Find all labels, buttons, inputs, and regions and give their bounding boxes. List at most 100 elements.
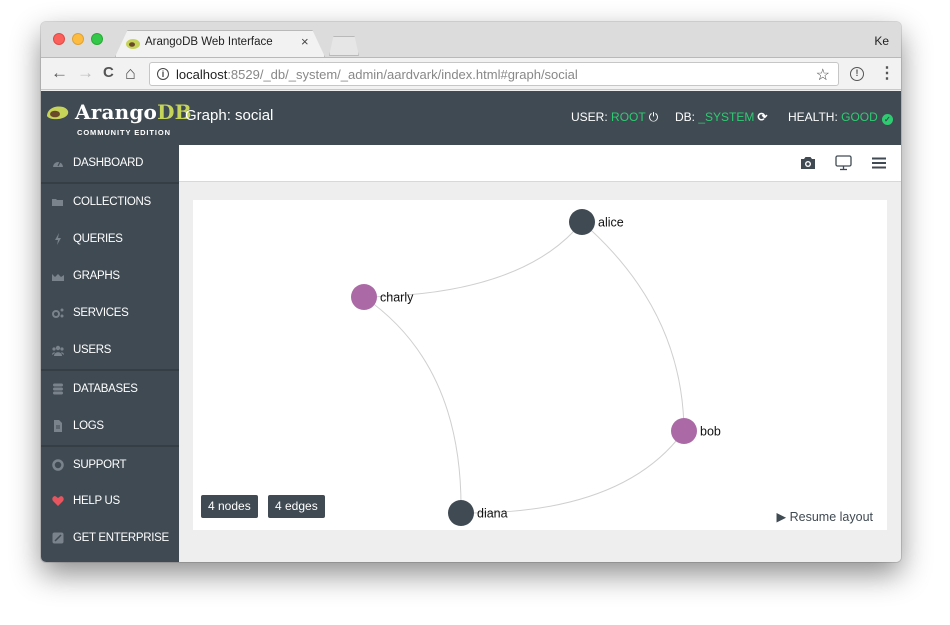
graph-svg[interactable]: alice charly bob diana [193,200,887,530]
page-title: Graph: social [185,107,274,124]
sidebar-item-logs[interactable]: LOGS [41,408,179,445]
tab-title: ArangoDB Web Interface [145,36,273,48]
graph-canvas[interactable]: alice charly bob diana 4 nodes 4 edges ▶ Re… [193,200,887,530]
sidebar-item-dashboard[interactable]: DASHBOARD [41,145,179,182]
check-circle-icon: ✓ [881,114,893,125]
play-icon: ▶ [776,510,787,524]
browser-menu-icon[interactable]: ⋮ [879,65,895,83]
sidebar-item-collections[interactable]: COLLECTIONS [41,184,179,221]
camera-icon[interactable] [800,156,816,170]
refresh-icon[interactable]: ⟳ [757,110,767,124]
tab-strip: ArangoDB Web Interface × Ke [41,22,901,57]
sidebar-label: COLLECTIONS [73,196,151,208]
sidebar-label: GET ENTERPRISE [73,532,169,544]
url-host: localhost [176,67,228,82]
profile-name[interactable]: Ke [874,34,889,48]
sidebar-item-support[interactable]: SUPPORT [41,447,179,484]
site-info-icon[interactable]: i [157,68,169,80]
browser-tab[interactable]: ArangoDB Web Interface × [115,30,325,57]
edge-count-badge: 4 edges [268,495,325,518]
logo-text[interactable]: ArangoDB [75,100,192,124]
sidebar-label: DASHBOARD [73,157,144,169]
sidebar-item-services[interactable]: SERVICES [41,295,179,332]
life-ring-icon [52,459,64,471]
maximize-window-button[interactable] [91,33,103,45]
sidebar-item-get-enterprise[interactable]: GET ENTERPRISE [41,520,179,557]
bolt-icon [55,233,61,245]
logo-edition: COMMUNITY EDITION [77,128,171,137]
url-text[interactable]: localhost:8529/_db/_system/_admin/aardva… [176,67,578,82]
sidebar-item-graphs[interactable]: GRAPHS [41,258,179,295]
graph-node-label: bob [700,425,721,439]
graph-edge-charly-diana[interactable] [363,296,462,514]
tab-close-icon[interactable]: × [301,34,309,49]
browser-toolbar: ← → C ⌂ i localhost:8529/_db/_system/_ad… [41,57,901,90]
dashboard-icon [53,161,63,167]
graph-node-charly[interactable] [351,284,377,310]
graph-node-label: alice [598,216,624,230]
file-icon [54,420,62,432]
graph-node-label: charly [380,291,414,305]
minimize-window-button[interactable] [72,33,84,45]
sidebar-item-databases[interactable]: DATABASES [41,371,179,408]
main-content: alice charly bob diana 4 nodes 4 edges ▶ Re… [179,145,901,562]
sidebar-label: DATABASES [73,383,138,395]
graph-edge-bob-diana[interactable] [460,430,685,514]
monitor-icon[interactable] [835,155,852,171]
bookmark-star-icon[interactable]: ☆ [816,65,830,85]
resume-layout-label: Resume layout [789,510,873,524]
graph-edge-alice-charly[interactable] [363,221,583,298]
graph-edge-alice-bob[interactable] [581,221,685,432]
graph-toolbar [179,145,901,182]
sidebar-label: HELP US [73,495,120,507]
cogs-icon [52,308,64,318]
power-icon[interactable]: ⏻ [649,110,659,125]
extension-icon[interactable]: ! [850,67,864,81]
resume-layout-button[interactable]: ▶ Resume layout [777,509,873,524]
home-icon[interactable]: ⌂ [125,64,136,82]
reload-icon[interactable]: C [103,64,114,82]
sidebar-label: SUPPORT [73,459,127,471]
folder-icon [52,199,63,206]
health-label: HEALTH: [788,110,838,124]
graph-node-label: diana [477,507,508,521]
forward-arrow-icon[interactable]: → [77,64,94,82]
sidebar: DASHBOARD COLLECTIONS QUERIES GRAPHS SER… [41,145,179,562]
new-tab-button[interactable] [329,36,359,56]
back-arrow-icon[interactable]: ← [51,64,68,82]
sidebar-label: USERS [73,344,112,356]
external-link-icon [52,532,64,544]
area-chart-icon [52,274,64,281]
sidebar-item-queries[interactable]: QUERIES [41,221,179,258]
sidebar-item-help-us[interactable]: HELP US [41,483,179,520]
hamburger-menu-icon[interactable] [872,157,886,169]
health-indicator: HEALTH: GOOD ✓ [788,110,893,125]
user-label: USER: [571,110,608,124]
user-indicator[interactable]: USER: ROOT ⏻ [571,110,658,125]
sidebar-label: QUERIES [73,233,123,245]
arangodb-logo-icon [47,106,69,120]
db-label: DB: [675,110,696,124]
graph-node-diana[interactable] [448,500,474,526]
db-indicator[interactable]: DB: _SYSTEM ⟳ [675,110,767,124]
app-header: ArangoDB COMMUNITY EDITION Graph: social… [41,91,901,145]
node-count-badge: 4 nodes [201,495,258,518]
heart-icon [52,496,64,506]
graph-node-alice[interactable] [569,209,595,235]
health-value: GOOD [841,110,878,124]
close-window-button[interactable] [53,33,65,45]
address-bar[interactable]: i localhost:8529/_db/_system/_admin/aard… [149,62,839,86]
sidebar-label: LOGS [73,420,104,432]
browser-window: ArangoDB Web Interface × Ke ← → C ⌂ i lo… [41,22,901,562]
user-value: ROOT [611,110,646,124]
db-value: _SYSTEM [698,110,755,124]
users-icon [52,345,64,356]
graph-node-bob[interactable] [671,418,697,444]
url-path: :8529/_db/_system/_admin/aardvark/index.… [227,67,578,82]
sidebar-label: GRAPHS [73,270,120,282]
logo-arango: Arango [75,100,158,124]
sidebar-item-users[interactable]: USERS [41,332,179,369]
database-icon [53,383,63,395]
avocado-favicon-icon [126,39,140,49]
sidebar-label: SERVICES [73,307,129,319]
